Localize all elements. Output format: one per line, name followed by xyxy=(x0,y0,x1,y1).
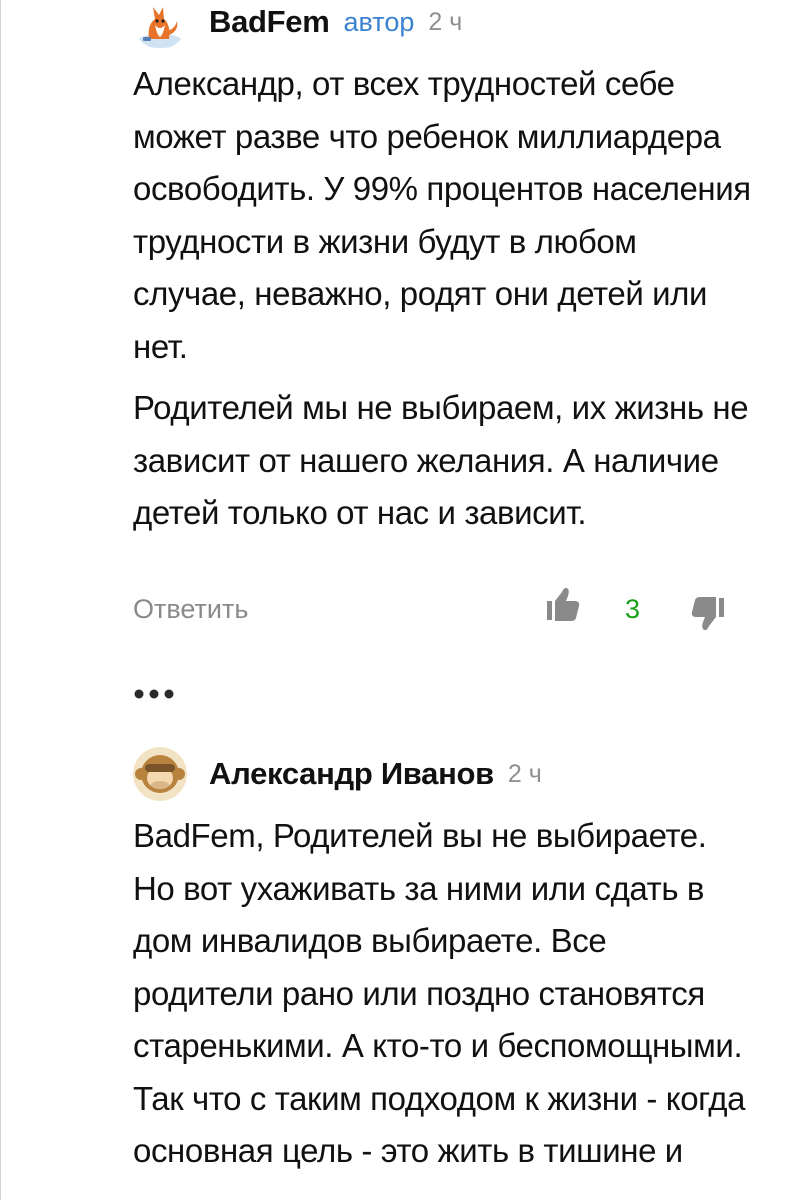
avatar[interactable] xyxy=(133,747,187,801)
thumbs-down-icon xyxy=(691,596,724,630)
dislike-button[interactable] xyxy=(690,596,726,636)
comment: Александр Иванов 2 ч BadFem, Родителей в… xyxy=(133,747,753,1187)
author-name[interactable]: BadFem xyxy=(209,4,330,40)
comment-header: BadFem автор 2 ч xyxy=(133,0,753,49)
fox-icon xyxy=(133,0,187,49)
timestamp: 2 ч xyxy=(507,759,542,788)
comment-text: BadFem, Родителей вы не выбираете. Но во… xyxy=(133,810,753,1178)
comment-header: Александр Иванов 2 ч xyxy=(133,747,753,801)
reply-button[interactable]: Ответить xyxy=(133,594,248,625)
comment-paragraph: Родителей мы не выбираем, их жизнь не за… xyxy=(133,389,749,531)
comment-text: Александр, от всех трудностей себе может… xyxy=(133,58,753,540)
avatar[interactable] xyxy=(133,0,187,49)
author-badge: автор xyxy=(343,6,415,37)
thread-line xyxy=(0,0,1,1200)
monkey-icon xyxy=(133,747,187,801)
thumbs-up-icon xyxy=(547,587,580,621)
comment-paragraph: BadFem, Родителей вы не выбираете. Но во… xyxy=(133,817,746,1169)
more-options-button[interactable] xyxy=(133,684,177,704)
like-count: 3 xyxy=(625,593,641,624)
comment-paragraph: Александр, от всех трудностей себе может… xyxy=(133,65,751,365)
like-button[interactable] xyxy=(545,584,581,624)
more-dots-icon xyxy=(134,689,174,698)
timestamp: 2 ч xyxy=(428,7,463,36)
author-name[interactable]: Александр Иванов xyxy=(209,756,494,792)
comment-actions: Ответить 3 xyxy=(133,584,753,698)
comment: BadFem автор 2 ч Александр, от всех труд… xyxy=(133,0,753,698)
